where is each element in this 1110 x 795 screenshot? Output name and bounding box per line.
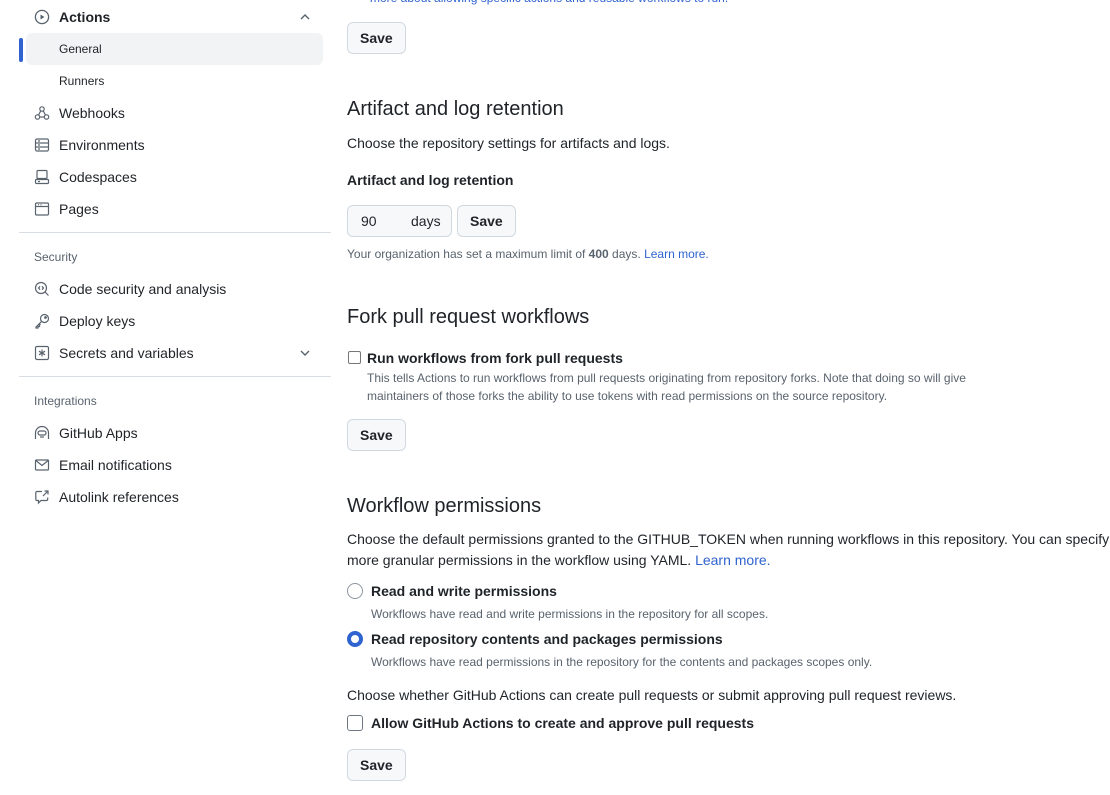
sidebar-item-label: GitHub Apps bbox=[59, 425, 138, 441]
settings-sidebar: Actions General Runners Webhooks Environ… bbox=[0, 0, 340, 795]
radio-read-only-description: Workflows have read permissions in the r… bbox=[371, 655, 873, 669]
sidebar-item-label: Code security and analysis bbox=[59, 281, 227, 297]
webhook-icon bbox=[34, 105, 50, 121]
browser-icon bbox=[34, 201, 50, 217]
chevron-down-icon[interactable] bbox=[297, 345, 313, 361]
active-indicator bbox=[19, 38, 23, 62]
sidebar-item-autolink-references[interactable]: Autolink references bbox=[26, 481, 323, 513]
radio-read-write[interactable] bbox=[347, 583, 363, 599]
codespaces-icon bbox=[34, 169, 50, 185]
sidebar-item-code-security[interactable]: Code security and analysis bbox=[26, 273, 323, 305]
save-policies-button[interactable]: Save bbox=[347, 22, 406, 54]
radio-read-write-description: Workflows have read and write permission… bbox=[371, 607, 769, 621]
retention-days-field[interactable]: days bbox=[347, 205, 452, 237]
retention-days-input[interactable] bbox=[361, 213, 405, 229]
sidebar-group-integrations: Integrations bbox=[34, 394, 97, 408]
sidebar-item-label: Deploy keys bbox=[59, 313, 136, 329]
chevron-up-icon[interactable] bbox=[297, 9, 313, 25]
sidebar-item-label: Email notifications bbox=[59, 457, 172, 473]
sidebar-item-label: Autolink references bbox=[59, 489, 179, 505]
permissions-learn-more-link[interactable]: Learn more. bbox=[695, 552, 770, 568]
retention-note-prefix: Your organization has set a maximum limi… bbox=[347, 247, 589, 261]
retention-limit: 400 bbox=[588, 247, 609, 261]
sidebar-item-label: Actions bbox=[59, 9, 111, 25]
retention-field-label: Artifact and log retention bbox=[347, 172, 514, 188]
sidebar-item-runners[interactable]: Runners bbox=[26, 65, 323, 97]
cross-reference-icon bbox=[34, 489, 50, 505]
section-title-fork-workflows: Fork pull request workflows bbox=[347, 306, 590, 328]
sidebar-item-label: General bbox=[59, 42, 102, 56]
key-asterisk-icon bbox=[34, 345, 50, 361]
save-permissions-button[interactable]: Save bbox=[347, 749, 406, 781]
sidebar-item-deploy-keys[interactable]: Deploy keys bbox=[26, 305, 323, 337]
section-title-artifact-retention: Artifact and log retention bbox=[347, 98, 564, 120]
sidebar-item-label: Codespaces bbox=[59, 169, 137, 185]
sidebar-divider bbox=[19, 232, 331, 233]
retention-note: Your organization has set a maximum limi… bbox=[347, 247, 709, 261]
sidebar-item-label: Pages bbox=[59, 201, 99, 217]
run-fork-workflows-label[interactable]: Run workflows from fork pull requests bbox=[367, 350, 623, 366]
radio-read-only[interactable] bbox=[347, 631, 363, 647]
allow-create-approve-pr-checkbox[interactable] bbox=[347, 715, 363, 731]
key-icon bbox=[34, 313, 50, 329]
play-icon bbox=[34, 9, 50, 25]
sidebar-item-label: Secrets and variables bbox=[59, 345, 194, 361]
save-fork-button[interactable]: Save bbox=[347, 419, 406, 451]
radio-read-write-label[interactable]: Read and write permissions bbox=[371, 583, 557, 599]
retention-learn-more-link[interactable]: Learn more. bbox=[644, 247, 709, 261]
sidebar-divider bbox=[19, 376, 331, 377]
server-icon bbox=[34, 137, 50, 153]
sidebar-item-label: Webhooks bbox=[59, 105, 125, 121]
retention-note-suffix: days. bbox=[608, 247, 645, 261]
radio-read-only-label[interactable]: Read repository contents and packages pe… bbox=[371, 631, 723, 647]
sidebar-item-label: Environments bbox=[59, 137, 145, 153]
retention-days-suffix: days bbox=[411, 213, 441, 229]
permissions-description: Choose the default permissions granted t… bbox=[347, 529, 1110, 571]
sidebar-item-label: Runners bbox=[59, 74, 105, 88]
section-title-workflow-permissions: Workflow permissions bbox=[347, 495, 542, 517]
sidebar-item-pages[interactable]: Pages bbox=[26, 193, 323, 225]
sidebar-item-github-apps[interactable]: GitHub Apps bbox=[26, 417, 323, 449]
sidebar-item-actions[interactable]: Actions bbox=[26, 1, 323, 33]
sidebar-item-codespaces[interactable]: Codespaces bbox=[26, 161, 323, 193]
pr-permission-description: Choose whether GitHub Actions can create… bbox=[347, 687, 957, 703]
sidebar-item-webhooks[interactable]: Webhooks bbox=[26, 97, 323, 129]
sidebar-item-email-notifications[interactable]: Email notifications bbox=[26, 449, 323, 481]
hubot-icon bbox=[34, 425, 50, 441]
fork-workflows-description: This tells Actions to run workflows from… bbox=[367, 371, 966, 403]
save-retention-button[interactable]: Save bbox=[457, 205, 516, 237]
policy-help-link[interactable]: more about allowing specific actions and… bbox=[370, 0, 728, 5]
sidebar-item-general[interactable]: General bbox=[26, 33, 323, 65]
sidebar-item-secrets[interactable]: Secrets and variables bbox=[26, 337, 323, 369]
mail-icon bbox=[34, 457, 50, 473]
sidebar-group-security: Security bbox=[34, 250, 78, 264]
codescan-icon bbox=[34, 281, 50, 297]
run-fork-workflows-checkbox[interactable] bbox=[348, 351, 361, 364]
allow-create-approve-pr-label[interactable]: Allow GitHub Actions to create and appro… bbox=[371, 715, 754, 731]
sidebar-item-environments[interactable]: Environments bbox=[26, 129, 323, 161]
artifact-description: Choose the repository settings for artif… bbox=[347, 135, 670, 151]
